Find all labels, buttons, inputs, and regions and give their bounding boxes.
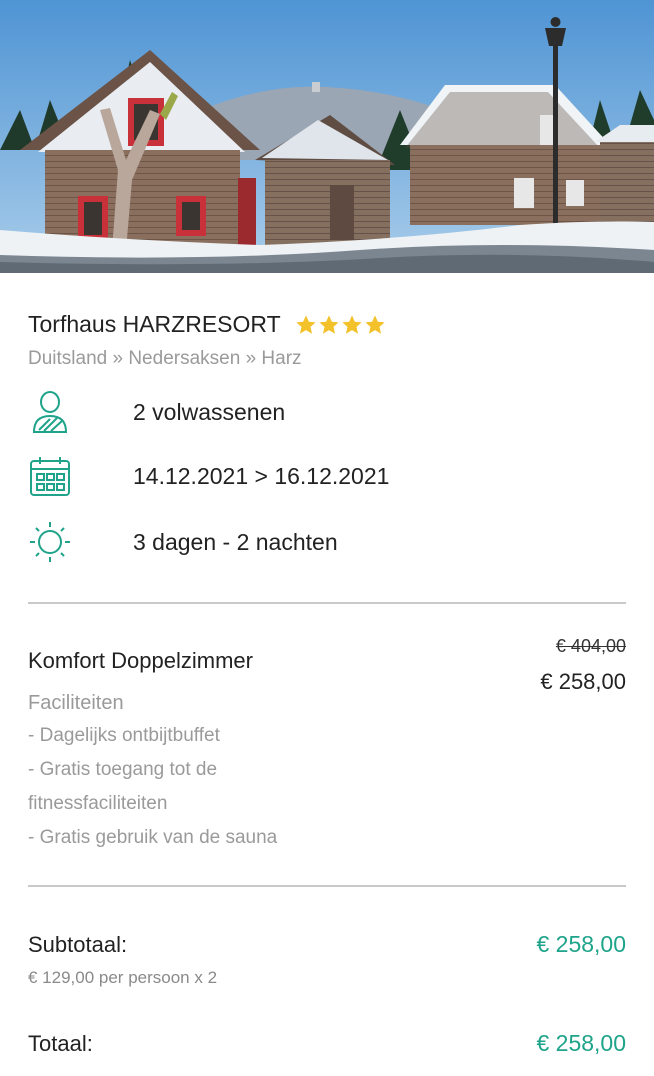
total-value: € 258,00 — [536, 1030, 626, 1056]
facility-item: - Dagelijks ontbijtbuffet — [28, 725, 220, 746]
facility-item: fitnessfaciliteiten — [28, 793, 168, 814]
facilities-list: - Dagelijks ontbijtbuffet - Gratis toega… — [28, 719, 277, 855]
subtotal-value: € 258,00 — [536, 931, 626, 957]
divider — [28, 602, 626, 604]
hotel-photo — [0, 0, 654, 273]
dates-row: 14.12.2021 > 16.12.2021 — [28, 454, 626, 498]
location-breadcrumb: Duitsland » Nedersaksen » Harz — [28, 348, 302, 369]
person-icon — [28, 390, 72, 434]
subtotal-label: Subtotaal: — [28, 931, 128, 957]
star-icon — [365, 314, 385, 334]
duration-text: 3 dagen - 2 nachten — [133, 528, 338, 555]
star-icon — [342, 314, 362, 334]
sun-icon — [28, 520, 72, 564]
subtotal-row: Subtotaal: € 258,00 — [28, 931, 626, 958]
star-rating — [295, 314, 386, 336]
star-icon — [319, 314, 339, 334]
title-row: Torfhaus HARZRESORT — [28, 311, 626, 338]
room-name: Komfort Doppelzimmer — [28, 648, 253, 673]
star-icon — [296, 314, 316, 334]
old-price: € 404,00 — [555, 636, 626, 656]
duration-row: 3 dagen - 2 nachten — [28, 520, 626, 564]
hotel-name: Torfhaus HARZRESORT — [28, 311, 281, 337]
facilities-title: Faciliteiten — [28, 692, 124, 714]
divider — [28, 885, 626, 887]
guests-row: 2 volwassenen — [28, 390, 626, 434]
facility-item: - Gratis gebruik van de sauna — [28, 827, 278, 848]
total-row: Totaal: € 258,00 — [28, 1030, 626, 1057]
calendar-icon — [28, 454, 72, 498]
room-row: Komfort Doppelzimmer Faciliteiten - Dage… — [28, 636, 626, 855]
dates-text: 14.12.2021 > 16.12.2021 — [133, 462, 390, 489]
total-label: Totaal: — [28, 1030, 93, 1056]
room-price: € 258,00 — [540, 669, 626, 694]
subtotal-note: € 129,00 per persoon x 2 — [28, 968, 218, 987]
facility-item: - Gratis toegang tot de — [28, 759, 218, 780]
guests-text: 2 volwassenen — [133, 398, 286, 425]
